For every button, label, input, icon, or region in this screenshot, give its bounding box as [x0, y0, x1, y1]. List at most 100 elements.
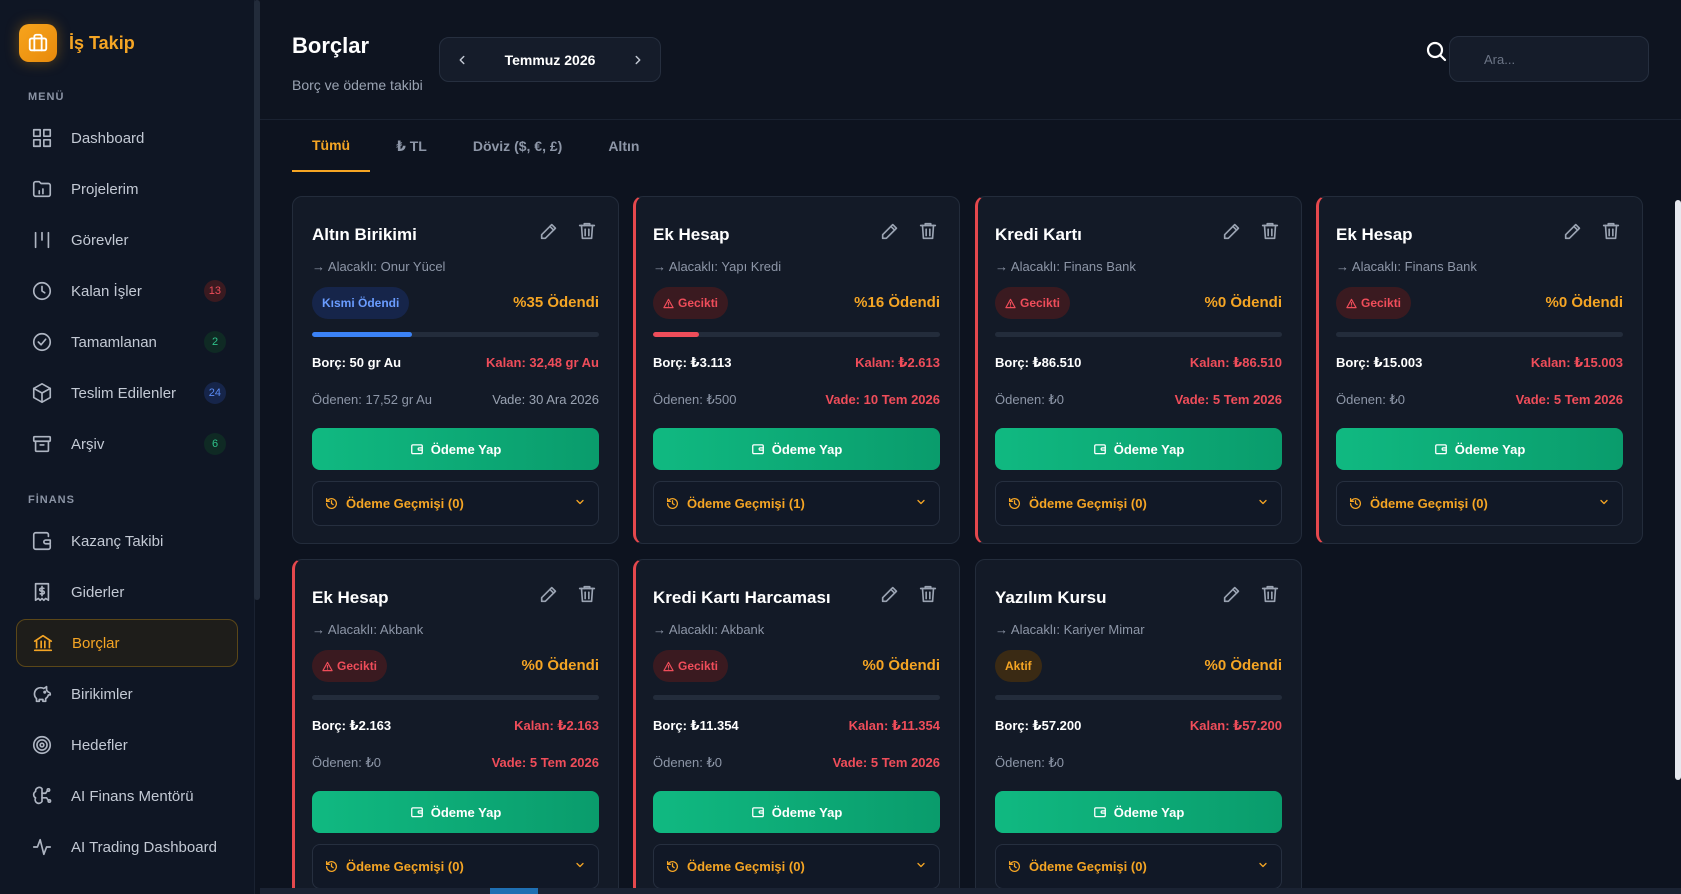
debt-title: Ek Hesap	[312, 588, 389, 607]
horizontal-scrollbar-thumb[interactable]	[490, 888, 538, 894]
sidebar-item-giderler[interactable]: Giderler	[16, 568, 238, 616]
search-input[interactable]: Ara...	[1449, 36, 1649, 82]
sidebar-item-kazanç-takibi[interactable]: Kazanç Takibi	[16, 517, 238, 565]
payment-history-toggle[interactable]: Ödeme Geçmişi (0)	[995, 844, 1282, 889]
debt-card: Ek Hesap → Alacaklı: Finans Bank Gecikti %0…	[1316, 196, 1643, 544]
payment-history-toggle[interactable]: Ödeme Geçmişi (0)	[312, 844, 599, 889]
horizontal-scrollbar[interactable]	[260, 888, 1681, 894]
sidebar-item-hedefler[interactable]: Hedefler	[16, 721, 238, 769]
chevron-right-icon[interactable]	[628, 50, 648, 70]
sidebar-item-ai-finans-mentörü[interactable]: AI Finans Mentörü	[16, 772, 238, 820]
debt-title: Ek Hesap	[1336, 225, 1413, 244]
wallet-icon	[410, 444, 423, 455]
tab-1[interactable]: ₺ TL	[376, 120, 447, 172]
creditor: → Alacaklı: Finans Bank	[995, 259, 1136, 274]
progress-bar	[995, 332, 1282, 337]
sidebar-item-birikimler[interactable]: Birikimler	[16, 670, 238, 718]
status-badge: Aktif	[995, 650, 1042, 682]
debt-card: Ek Hesap → Alacaklı: Yapı Kredi Gecikti %16…	[633, 196, 960, 544]
brain-icon	[30, 784, 54, 808]
sidebar-item-arşiv[interactable]: Arşiv 6	[16, 420, 238, 468]
edit-icon[interactable]	[1220, 219, 1244, 243]
brand[interactable]: İş Takip	[19, 24, 135, 62]
pay-button[interactable]: Ödeme Yap	[995, 791, 1282, 833]
package-icon	[30, 381, 54, 405]
pay-button[interactable]: Ödeme Yap	[653, 791, 940, 833]
edit-icon[interactable]	[1220, 582, 1244, 606]
trash-icon[interactable]	[575, 582, 599, 606]
edit-icon[interactable]	[878, 582, 902, 606]
payment-history-toggle[interactable]: Ödeme Geçmişi (0)	[1336, 481, 1623, 526]
edit-icon[interactable]	[878, 219, 902, 243]
debt-amount: Borç: ₺11.354	[653, 718, 739, 733]
pay-button-label: Ödeme Yap	[1113, 804, 1185, 820]
sidebar-item-kalan-i-şler[interactable]: Kalan İşler 13	[16, 267, 238, 315]
search-icon[interactable]	[1424, 39, 1448, 68]
tab-0[interactable]: Tümü	[292, 120, 371, 172]
pay-button[interactable]: Ödeme Yap	[312, 791, 599, 833]
count-badge: 24	[203, 382, 226, 404]
sidebar-item-dashboard[interactable]: Dashboard	[16, 114, 238, 162]
debt-card: Ek Hesap → Alacaklı: Akbank Gecikti %0 Öden…	[292, 559, 619, 894]
payment-history-toggle[interactable]: Ödeme Geçmişi (0)	[653, 844, 940, 889]
sidebar-item-görevler[interactable]: Görevler	[16, 216, 238, 264]
pay-button-label: Ödeme Yap	[1454, 441, 1526, 457]
sidebar-item-teslim-edilenler[interactable]: Teslim Edilenler 24	[16, 369, 238, 417]
trash-icon[interactable]	[1258, 219, 1282, 243]
history-label: Ödeme Geçmişi (0)	[346, 859, 464, 874]
sidebar-item-label: Arşiv	[71, 435, 105, 453]
sidebar-item-borçlar[interactable]: Borçlar	[16, 619, 238, 667]
chevron-left-icon[interactable]	[452, 50, 472, 70]
history-label: Ödeme Geçmişi (0)	[1370, 496, 1488, 511]
wallet-icon	[1434, 444, 1447, 455]
payment-history-toggle[interactable]: Ödeme Geçmişi (1)	[653, 481, 940, 526]
trash-icon[interactable]	[1599, 219, 1623, 243]
trash-icon[interactable]	[916, 582, 940, 606]
tab-3[interactable]: Altın	[588, 120, 659, 172]
paid-amount: Ödenen: 17,52 gr Au	[312, 392, 432, 407]
status-badge: Gecikti	[653, 287, 729, 319]
payment-history-toggle[interactable]: Ödeme Geçmişi (0)	[995, 481, 1282, 526]
debt-amount: Borç: ₺57.200	[995, 718, 1082, 733]
trash-icon[interactable]	[1258, 582, 1282, 606]
sidebar-item-label: Projelerim	[71, 180, 139, 198]
archive-icon	[30, 432, 54, 456]
page-header: Borçlar Borç ve ödeme takibi Temmuz 2026…	[260, 0, 1681, 120]
edit-icon[interactable]	[1561, 219, 1585, 243]
edit-icon[interactable]	[537, 219, 561, 243]
warning-icon	[322, 661, 333, 671]
dashboard-icon	[30, 126, 54, 150]
edit-icon[interactable]	[537, 582, 561, 606]
pay-button[interactable]: Ödeme Yap	[1336, 428, 1623, 470]
wallet-icon	[410, 807, 423, 818]
bank-icon	[31, 631, 55, 655]
page-scrollbar[interactable]	[1675, 200, 1681, 780]
sidebar-item-projelerim[interactable]: Projelerim	[16, 165, 238, 213]
pay-button[interactable]: Ödeme Yap	[995, 428, 1282, 470]
remaining-amount: Kalan: 32,48 gr Au	[486, 355, 599, 370]
debt-amount: Borç: ₺86.510	[995, 355, 1082, 370]
due-date: Vade: 5 Tem 2026	[491, 755, 599, 770]
pay-button[interactable]: Ödeme Yap	[312, 428, 599, 470]
briefcase-icon	[19, 24, 57, 62]
remaining-amount: Kalan: ₺2.163	[514, 718, 599, 733]
progress-bar	[995, 695, 1282, 700]
creditor: → Alacaklı: Akbank	[312, 622, 424, 637]
sidebar-item-label: Dashboard	[71, 129, 145, 147]
debt-card: Yazılım Kursu → Alacaklı: Kariyer Mimar Ak…	[975, 559, 1302, 894]
progress-bar	[653, 695, 940, 700]
payment-history-toggle[interactable]: Ödeme Geçmişi (0)	[312, 481, 599, 526]
trash-icon[interactable]	[575, 219, 599, 243]
page-title: Borçlar	[292, 33, 370, 58]
paid-percent: %0 Ödendi	[521, 657, 599, 674]
pay-button[interactable]: Ödeme Yap	[653, 428, 940, 470]
sidebar-item-tamamlanan[interactable]: Tamamlanan 2	[16, 318, 238, 366]
pay-button-label: Ödeme Yap	[1113, 441, 1185, 457]
trash-icon[interactable]	[916, 219, 940, 243]
finance-section-label: FİNANS	[28, 494, 75, 506]
card-actions	[1561, 219, 1623, 243]
sidebar-item-ai-trading-dashboard[interactable]: AI Trading Dashboard	[16, 823, 238, 871]
piggy-bank-icon	[30, 682, 54, 706]
status-badge: Gecikti	[312, 650, 388, 682]
tab-2[interactable]: Döviz ($, €, £)	[453, 120, 582, 172]
